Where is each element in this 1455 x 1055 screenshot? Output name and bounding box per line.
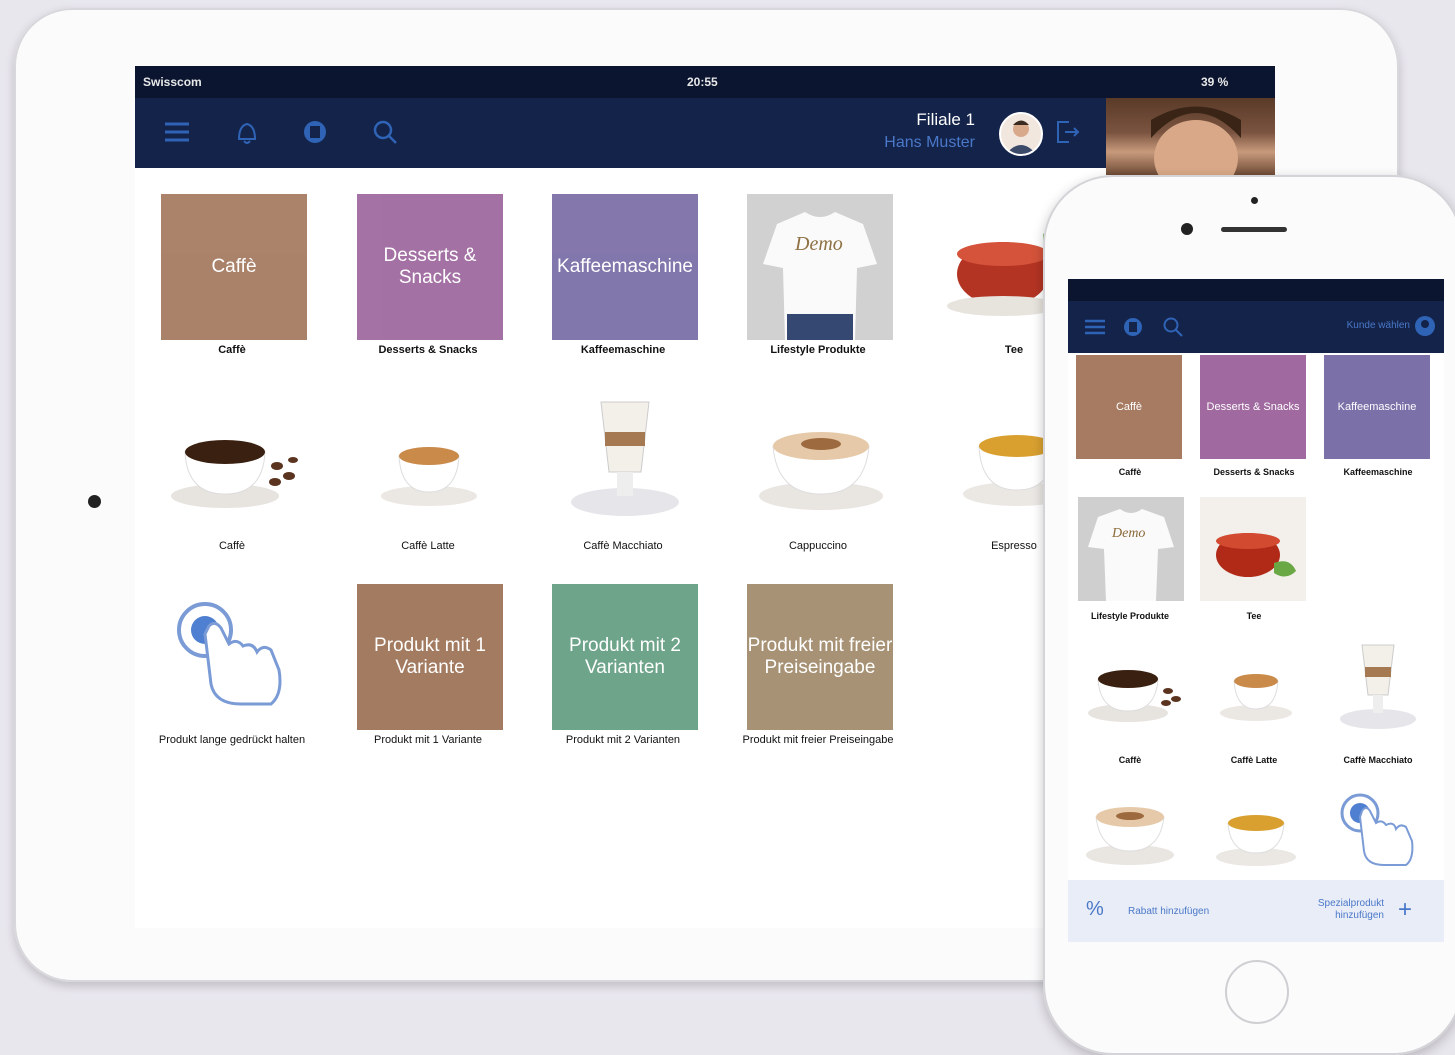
product-caffe[interactable]	[165, 396, 305, 516]
tile-label: Desserts & Snacks	[1213, 467, 1295, 477]
product-caffe-latte[interactable]	[1212, 653, 1302, 727]
avatar[interactable]	[999, 112, 1043, 156]
battery-text: 39 %	[1201, 75, 1229, 89]
product-label: Produkt mit 1 Variante	[373, 734, 482, 746]
scan-icon[interactable]	[301, 118, 329, 146]
product-caffe-latte[interactable]	[371, 416, 491, 516]
category-tile-desserts[interactable]: Desserts & Snacks	[1200, 355, 1306, 459]
logout-icon[interactable]	[1053, 118, 1081, 146]
search-icon[interactable]	[1162, 316, 1184, 338]
menu-icon[interactable]	[163, 118, 191, 146]
iphone-status-bar	[1068, 279, 1444, 301]
tea-image	[1216, 533, 1296, 577]
home-button[interactable]	[1225, 960, 1289, 1024]
product-caffe[interactable]	[1084, 641, 1184, 727]
status-bar: Swisscom 20:55 39 %	[135, 66, 1275, 98]
iphone-bottom-bar: % Rabatt hinzufügen Spezialprodukt hinzu…	[1068, 880, 1444, 942]
hand-press-icon	[171, 594, 291, 714]
tile-label: Caffè	[218, 344, 246, 356]
hand-press-icon	[1336, 789, 1420, 873]
product-label: Caffè Latte	[1230, 755, 1278, 765]
category-tile-kaffeemaschine[interactable]: Kaffeemaschine	[552, 194, 698, 340]
product-label: Cappuccino	[788, 540, 848, 552]
category-tile-lifestyle[interactable]: Demo	[1078, 497, 1184, 601]
product-cappuccino[interactable]	[1082, 789, 1182, 869]
tshirt-image: Demo	[1088, 509, 1174, 601]
iphone-device: Kunde wählen Caffè Caffè Desserts & Snac…	[1043, 175, 1455, 1055]
percent-icon[interactable]: %	[1086, 898, 1104, 921]
iphone-sensor	[1251, 197, 1258, 204]
menu-icon[interactable]	[1084, 316, 1106, 338]
product-label: Caffè	[1118, 755, 1142, 765]
add-discount-button[interactable]: Rabatt hinzufügen	[1128, 906, 1209, 917]
category-tile-caffe[interactable]: Caffè	[161, 194, 307, 340]
tile-label: Lifestyle Produkte	[770, 344, 866, 356]
product-tile-freie-preiseingabe[interactable]: Produkt mit freier Preiseingabe	[747, 584, 893, 730]
product-label: Produkt mit freier Preiseingabe	[742, 734, 894, 746]
product-tile-1-variante[interactable]: Produkt mit 1 Variante	[357, 584, 503, 730]
iphone-screen: Kunde wählen Caffè Caffè Desserts & Snac…	[1068, 279, 1444, 942]
product-label: Caffè	[218, 540, 246, 552]
tile-label: Tee	[1246, 611, 1262, 621]
product-caffe-macchiato[interactable]	[565, 392, 685, 522]
product-label: Produkt lange gedrückt halten	[158, 734, 306, 746]
iphone-speaker	[1221, 227, 1287, 232]
category-tile-lifestyle[interactable]: Demo	[747, 194, 893, 340]
search-icon[interactable]	[371, 118, 399, 146]
plus-icon[interactable]: +	[1398, 896, 1412, 924]
product-label: Caffè Macchiato	[583, 540, 663, 552]
user-photo	[1106, 98, 1275, 196]
svg-text:Demo: Demo	[794, 233, 843, 255]
tile-label: Kaffeemaschine	[1343, 467, 1413, 477]
product-espresso[interactable]	[1212, 795, 1302, 871]
tile-label: Kaffeemaschine	[580, 344, 666, 356]
choose-customer-link[interactable]: Kunde wählen	[1347, 320, 1410, 331]
product-tile-2-varianten[interactable]: Produkt mit 2 Varianten	[552, 584, 698, 730]
branch-name: Filiale 1	[916, 110, 975, 129]
svg-text:Demo: Demo	[1111, 526, 1145, 541]
add-special-product-button[interactable]: Spezialprodukt hinzufügen	[1294, 898, 1384, 922]
tile-label: Desserts & Snacks	[378, 344, 478, 356]
tile-label: Lifestyle Produkte	[1090, 611, 1170, 621]
clock-text: 20:55	[687, 75, 718, 89]
tile-label: Caffè	[1118, 467, 1142, 477]
ipad-camera	[88, 495, 101, 508]
user-name[interactable]: Hans Muster	[884, 134, 975, 152]
iphone-camera	[1181, 223, 1193, 235]
top-bar: Filiale 1 Hans Muster	[135, 98, 1275, 168]
category-tile-tee[interactable]	[1200, 497, 1306, 601]
scan-icon[interactable]	[1122, 316, 1144, 338]
tshirt-image: Demo	[747, 194, 893, 340]
carrier-text: Swisscom	[143, 75, 202, 89]
iphone-top-bar: Kunde wählen	[1068, 301, 1444, 353]
product-label: Caffè Macchiato	[1343, 755, 1413, 765]
bell-icon[interactable]	[233, 118, 261, 146]
category-tile-caffe[interactable]: Caffè	[1076, 355, 1182, 459]
product-label: Caffè Latte	[401, 540, 455, 552]
category-tile-kaffeemaschine[interactable]: Kaffeemaschine	[1324, 355, 1430, 459]
category-tile-desserts[interactable]: Desserts & Snacks	[357, 194, 503, 340]
customer-icon[interactable]	[1414, 315, 1436, 337]
product-label: Produkt mit 2 Varianten	[565, 734, 681, 746]
product-cappuccino[interactable]	[753, 406, 893, 516]
product-caffe-macchiato[interactable]	[1336, 639, 1420, 731]
